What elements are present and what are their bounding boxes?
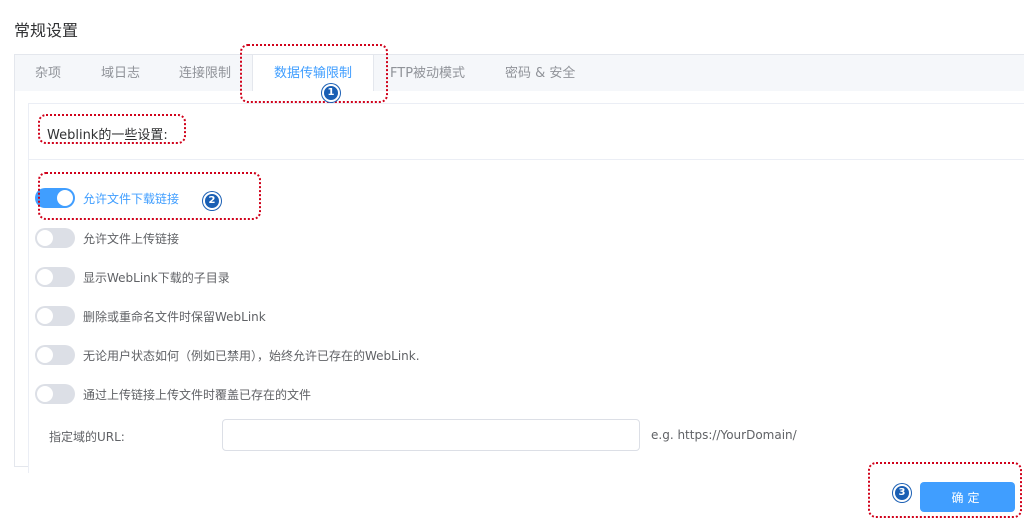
tab-domain-log[interactable]: 域日志: [101, 55, 140, 92]
domain-url-input[interactable]: [222, 419, 640, 451]
step-badge-1: 1: [322, 84, 340, 102]
toggle-knob: [37, 230, 53, 246]
overwrite-existing-toggle[interactable]: [35, 384, 75, 404]
allow-upload-link-toggle[interactable]: [35, 228, 75, 248]
toggle-knob: [37, 308, 53, 324]
keep-weblink-toggle[interactable]: [35, 306, 75, 326]
weblink-settings-card: Weblink的一些设置:: [28, 103, 1024, 473]
step-badge-2: 2: [203, 192, 221, 210]
tab-data-transfer-limit[interactable]: 数据传输限制: [252, 55, 374, 93]
tab-ftp-passive-mode[interactable]: FTP被动模式: [390, 55, 465, 92]
toggle-knob: [57, 190, 73, 206]
toggle-knob: [37, 386, 53, 402]
step-badge-3: 3: [893, 484, 911, 502]
tab-connection-limit[interactable]: 连接限制: [179, 55, 231, 92]
option-label: 通过上传链接上传文件时覆盖已存在的文件: [83, 388, 312, 402]
toggle-knob: [37, 269, 53, 285]
show-subdirectories-toggle[interactable]: [35, 267, 75, 287]
option-label: 删除或重命名文件时保留WebLink: [83, 310, 266, 324]
settings-tab-bar: 杂项 域日志 连接限制 数据传输限制 FTP被动模式 密码 & 安全: [14, 54, 1024, 93]
option-label: 允许文件上传链接: [83, 232, 180, 246]
tab-password-security[interactable]: 密码 & 安全: [505, 55, 575, 92]
option-label: 显示WebLink下载的子目录: [83, 271, 230, 285]
allow-download-link-toggle[interactable]: [35, 188, 75, 208]
card-header: Weblink的一些设置:: [29, 104, 1024, 160]
section-header: Weblink的一些设置:: [47, 128, 168, 143]
domain-url-hint: e.g. https://YourDomain/: [651, 428, 797, 442]
toggle-knob: [37, 347, 53, 363]
option-label: 无论用户状态如何（例如已禁用），始终允许已存在的WebLink.: [83, 349, 420, 363]
always-allow-weblink-toggle[interactable]: [35, 345, 75, 365]
page-title: 常规设置: [14, 21, 79, 40]
domain-url-label: 指定域的URL:: [49, 430, 125, 444]
option-label: 允许文件下载链接: [83, 192, 180, 206]
tab-misc[interactable]: 杂项: [35, 55, 61, 92]
ok-button[interactable]: 确定: [920, 482, 1015, 512]
